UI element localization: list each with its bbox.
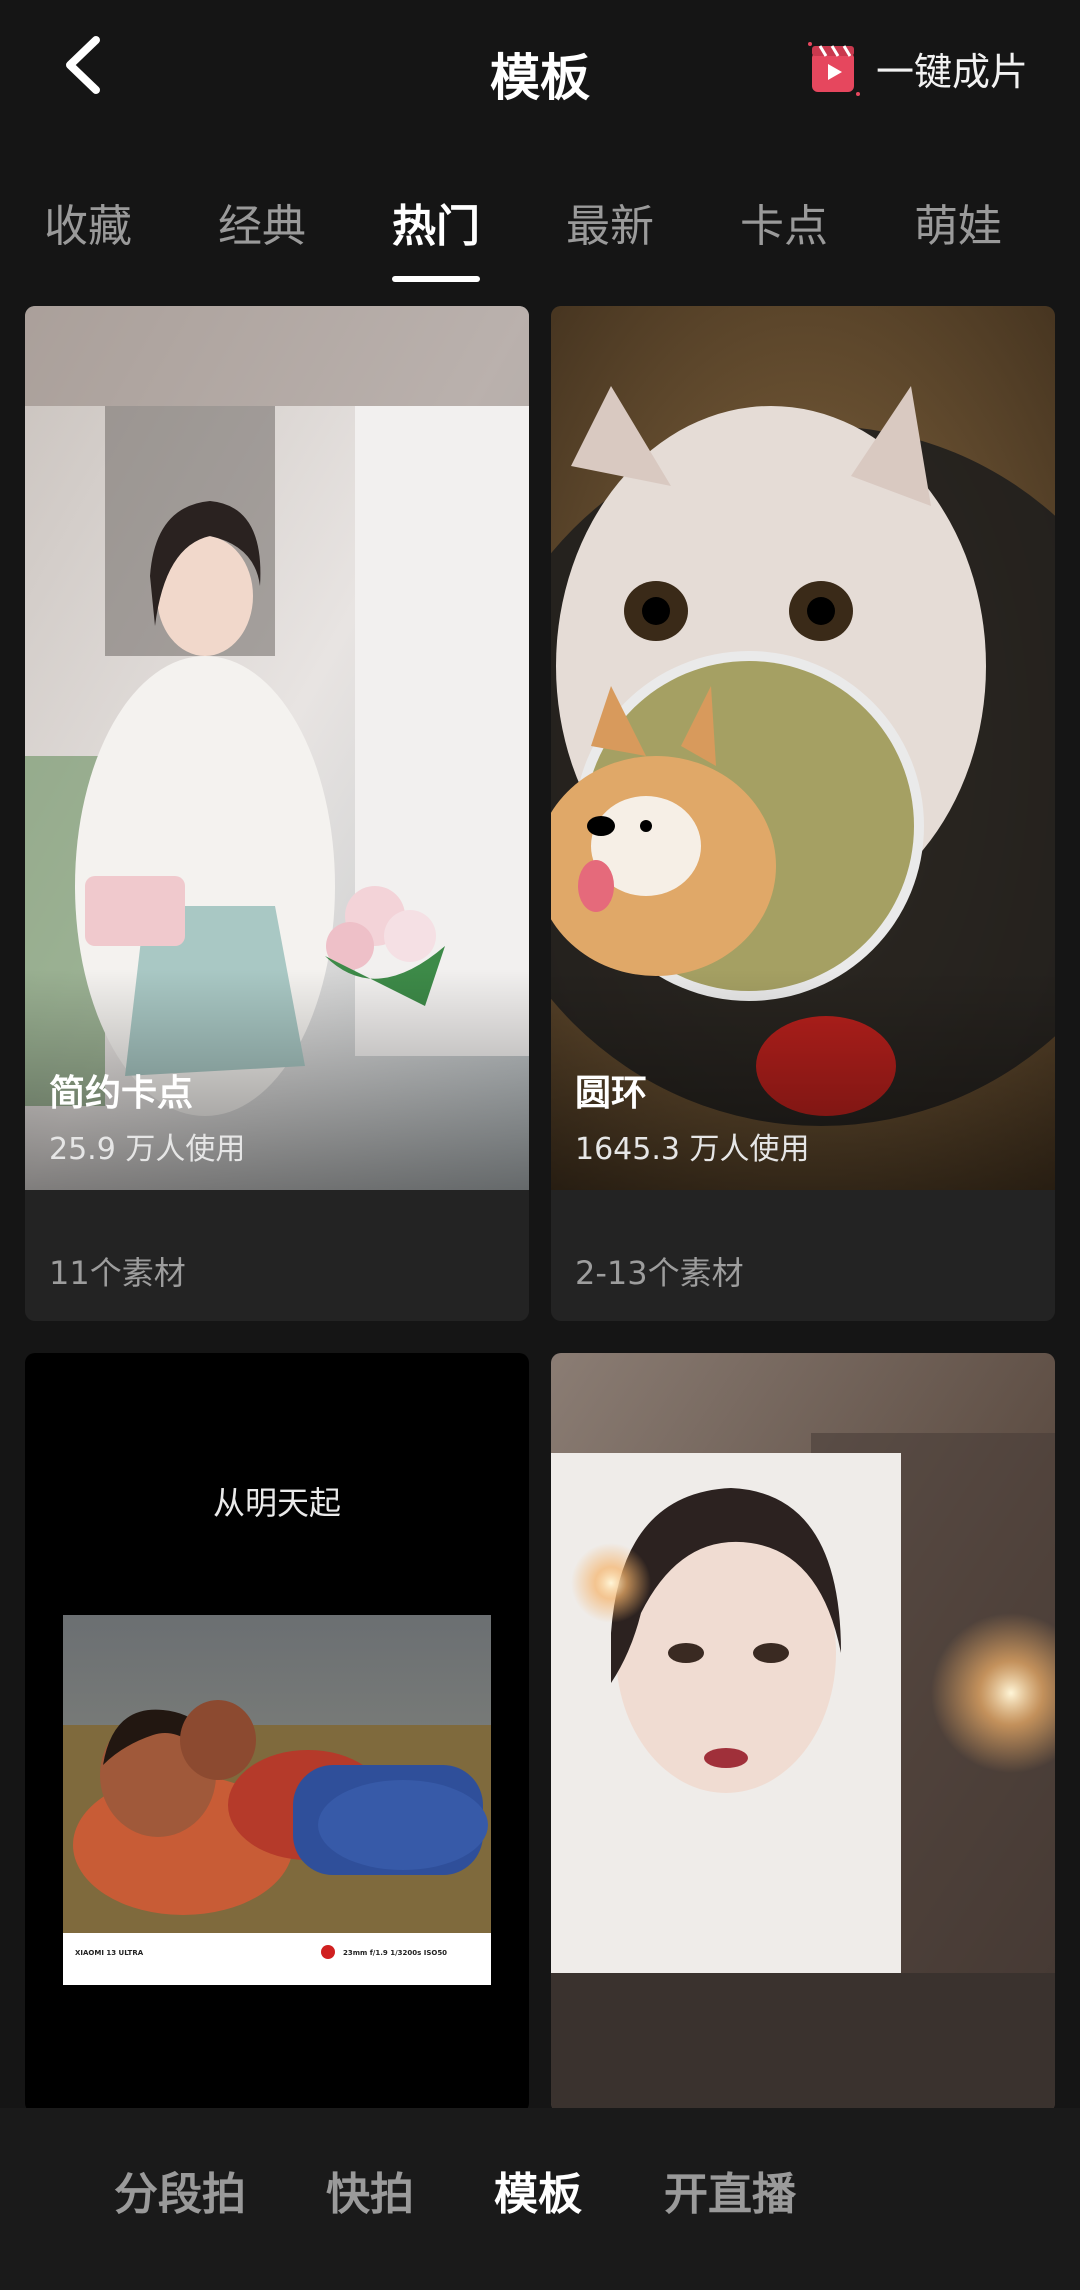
template-title: 圆环 xyxy=(575,1073,648,1114)
one-click-video-button[interactable]: 一键成片 xyxy=(806,38,1028,98)
one-click-label: 一键成片 xyxy=(875,49,1028,94)
top-bar: 模板 一键成片 xyxy=(0,0,1080,140)
nav-templates[interactable]: 模板 xyxy=(494,2158,582,2222)
template-card[interactable]: 圆环 1645.3 万人使用 2-13个素材 xyxy=(551,306,1055,1321)
template-thumbnail-image xyxy=(25,306,529,1190)
tab-cute-kids[interactable]: 萌娃 xyxy=(888,190,1028,254)
template-thumbnail-image xyxy=(551,1353,1055,2113)
bottom-navigation: 分段拍 快拍 模板 开直播 xyxy=(0,2108,1080,2290)
brand-logo-icon xyxy=(321,1945,335,1959)
template-usage-count: 1645.3 万人使用 xyxy=(575,1132,810,1167)
clapperboard-icon xyxy=(807,42,860,96)
tab-popular[interactable]: 热门 xyxy=(366,190,506,254)
template-thumbnail-image xyxy=(551,306,1055,1190)
category-tabs: 收藏 经典 热门 最新 卡点 萌娃 xyxy=(0,180,1080,290)
nav-quick-shoot[interactable]: 快拍 xyxy=(326,2158,414,2222)
tab-newest[interactable]: 最新 xyxy=(540,190,680,254)
tab-beat-sync[interactable]: 卡点 xyxy=(714,190,854,254)
photo-frame: XIAOMI 13 ULTRA 23mm f/1.9 1/3200s ISO50 xyxy=(63,1615,491,1985)
template-title: 简约卡点 xyxy=(49,1073,194,1114)
tab-classic[interactable]: 经典 xyxy=(192,190,332,254)
template-material-count: 2-13个素材 xyxy=(575,1254,744,1292)
template-material-count: 11个素材 xyxy=(49,1254,186,1292)
template-card[interactable]: 从明天起 XIAOMI 13 ULTRA 23mm f/1.9 1/3200s … xyxy=(25,1353,529,2113)
nav-segmented-shoot[interactable]: 分段拍 xyxy=(114,2158,246,2222)
template-card[interactable]: 简约卡点 25.9 万人使用 11个素材 xyxy=(25,306,529,1321)
photo-caption-exif: 23mm f/1.9 1/3200s ISO50 xyxy=(343,1949,448,1957)
tab-favorites[interactable]: 收藏 xyxy=(18,190,158,254)
active-tab-indicator xyxy=(392,276,480,282)
template-card[interactable] xyxy=(551,1353,1055,2113)
children-photo-image xyxy=(63,1615,491,1933)
nav-go-live[interactable]: 开直播 xyxy=(664,2158,796,2222)
photo-caption-device: XIAOMI 13 ULTRA xyxy=(75,1949,144,1957)
template-usage-count: 25.9 万人使用 xyxy=(49,1132,246,1167)
template-overlay-text: 从明天起 xyxy=(212,1484,341,1522)
